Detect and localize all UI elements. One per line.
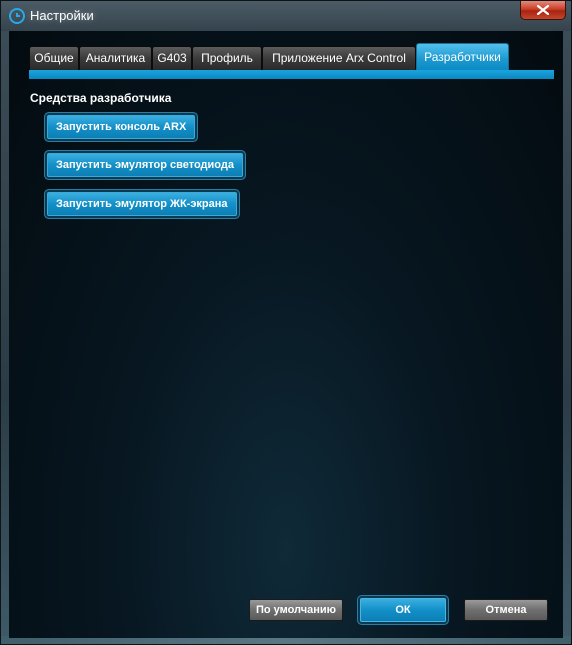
tab-analytics[interactable]: Аналитика — [79, 46, 152, 70]
ok-button[interactable]: ОК — [360, 598, 446, 622]
tab-general[interactable]: Общие — [29, 46, 79, 70]
launch-led-emulator-button[interactable]: Запустить эмулятор светодиода — [47, 153, 243, 177]
window-frame-right — [563, 31, 571, 638]
close-button[interactable] — [520, 1, 566, 20]
dialog-content: Общие Аналитика G403 Профиль Приложение … — [9, 31, 563, 638]
close-icon — [537, 5, 549, 15]
cancel-button[interactable]: Отмена — [464, 599, 548, 621]
window-frame-left — [1, 31, 9, 638]
defaults-button[interactable]: По умолчанию — [249, 599, 343, 621]
settings-window: Настройки Общие Аналитика G403 Профиль П… — [0, 0, 572, 645]
tab-developers[interactable]: Разработчики — [416, 43, 509, 71]
launch-arx-console-button[interactable]: Запустить консоль ARX — [47, 115, 196, 139]
title-bar[interactable]: Настройки — [1, 1, 571, 31]
tab-arx-control[interactable]: Приложение Arx Control — [262, 46, 416, 70]
logitech-g-icon — [9, 8, 25, 24]
launch-lcd-emulator-button[interactable]: Запустить эмулятор ЖК-экрана — [47, 192, 237, 216]
window-title: Настройки — [30, 8, 94, 23]
section-title: Средства разработчика — [30, 91, 172, 105]
tab-g403[interactable]: G403 — [152, 46, 192, 70]
tab-profile[interactable]: Профиль — [192, 46, 262, 70]
tab-panel-header — [29, 70, 554, 79]
